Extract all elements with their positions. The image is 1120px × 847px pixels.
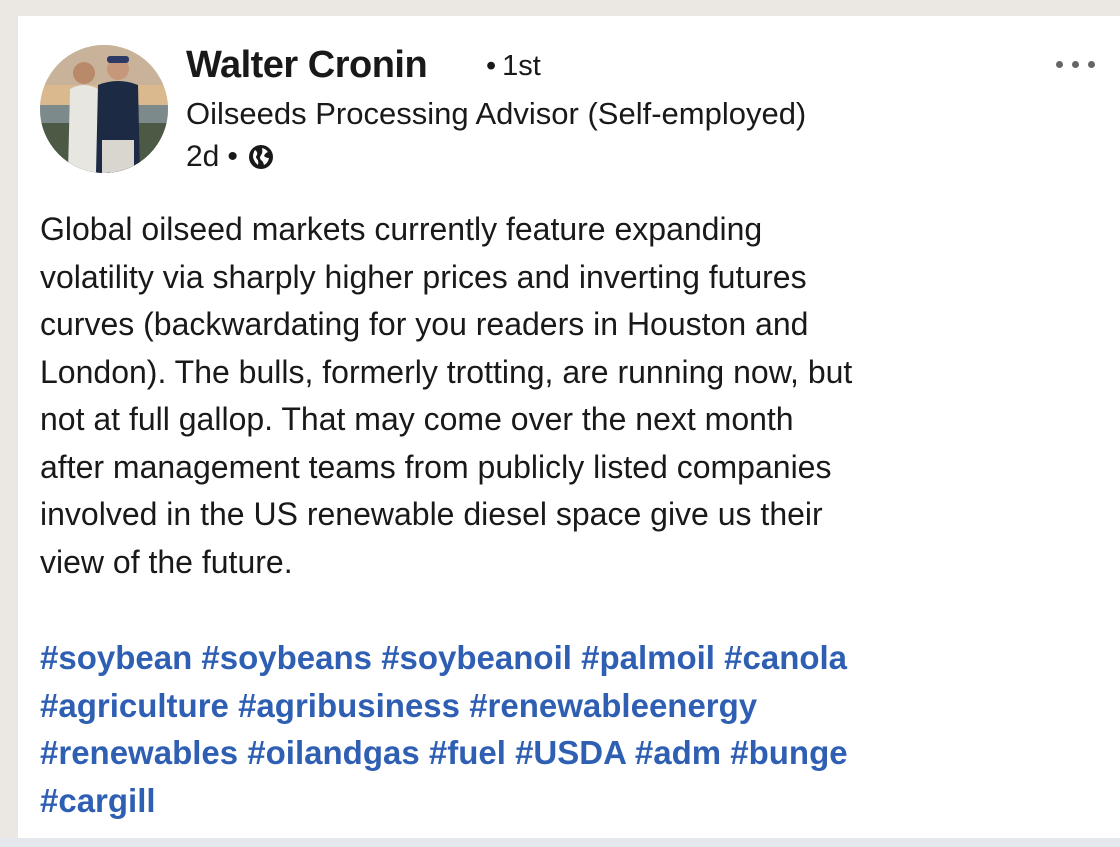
post-body-line: Global oilseed markets currently feature… (40, 211, 763, 247)
post-body-line: not at full gallop. That may come over t… (40, 401, 794, 437)
post-meta: 2d • (186, 140, 274, 174)
post-body: Global oilseed markets currently feature… (40, 206, 1120, 586)
avatar[interactable] (40, 45, 168, 173)
hashtag-link[interactable]: #palmoil (581, 639, 715, 676)
post-card: Walter Cronin • 1st Oilseeds Processing A… (18, 16, 1120, 838)
ellipsis-icon (1056, 61, 1063, 68)
hashtag-link[interactable]: #cargill (40, 782, 156, 819)
degree-label: 1st (502, 50, 541, 82)
hashtag-link[interactable]: #agribusiness (238, 687, 460, 724)
hashtag-link[interactable]: #USDA (515, 734, 626, 771)
author-name[interactable]: Walter Cronin (186, 44, 428, 87)
hashtag-link[interactable]: #fuel (429, 734, 506, 771)
hashtag-link[interactable]: #renewables (40, 734, 238, 771)
hashtag-link[interactable]: #soybeanoil (381, 639, 572, 676)
hashtag-row: #agriculture #agribusiness #renewableene… (40, 682, 1120, 730)
post-time: 2d (186, 140, 220, 173)
author-headline: Oilseeds Processing Advisor (Self-employ… (186, 96, 807, 131)
hashtag-row: #renewables #oilandgas #fuel #USDA #adm … (40, 729, 1120, 777)
separator-dot: • (486, 50, 497, 82)
post-body-line: curves (backwardating for you readers in… (40, 306, 809, 342)
feed-divider (0, 838, 1120, 847)
hashtag-link[interactable]: #soybeans (201, 639, 372, 676)
avatar-photo (40, 45, 168, 173)
ellipsis-icon (1088, 61, 1095, 68)
hashtag-row: #cargill (40, 777, 1120, 825)
hashtag-link[interactable]: #agriculture (40, 687, 229, 724)
connection-degree: • 1st (486, 50, 541, 83)
separator-dot: • (227, 140, 238, 173)
post-body-line: volatility via sharply higher prices and… (40, 258, 807, 295)
ellipsis-icon (1072, 61, 1079, 68)
post-body-line: view of the future. (40, 543, 293, 580)
hashtag-list: #soybean #soybeans #soybeanoil #palmoil … (40, 634, 1120, 824)
hashtag-link[interactable]: #soybean (40, 639, 192, 676)
more-options-button[interactable] (1054, 56, 1098, 72)
hashtag-link[interactable]: #bunge (730, 734, 847, 771)
post-body-line: involved in the US renewable diesel spac… (40, 496, 823, 532)
hashtag-row: #soybean #soybeans #soybeanoil #palmoil … (40, 634, 1120, 682)
hashtag-link[interactable]: #canola (724, 639, 847, 676)
hashtag-link[interactable]: #adm (635, 734, 721, 771)
post-body-line: London). The bulls, formerly trotting, a… (40, 353, 853, 390)
hashtag-link[interactable]: #renewableenergy (469, 687, 757, 724)
post-body-line: after management teams from publicly lis… (40, 448, 832, 485)
globe-icon (248, 144, 274, 170)
hashtag-link[interactable]: #oilandgas (247, 734, 419, 771)
